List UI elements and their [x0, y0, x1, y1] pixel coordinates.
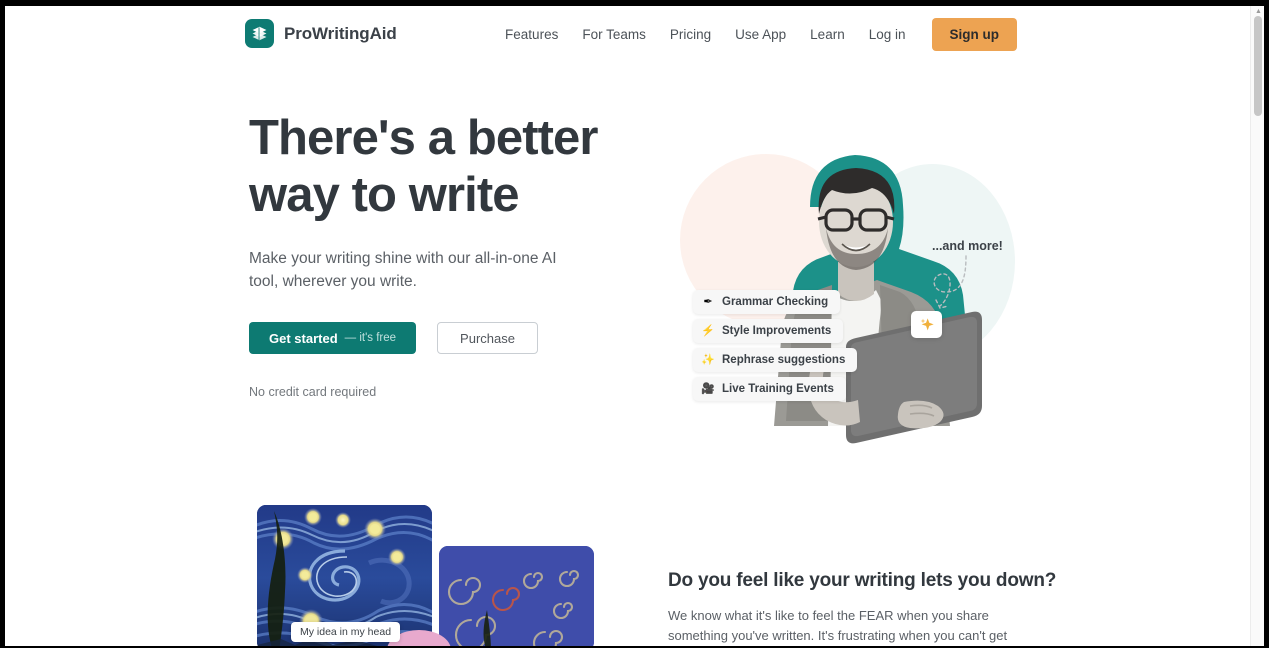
- no-credit-card-note: No credit card required: [249, 385, 377, 399]
- video-camera-icon: 🎥: [701, 382, 715, 395]
- pen-nib-icon: ✒: [703, 295, 713, 308]
- artwork-comparison-group: My idea in my head: [257, 505, 602, 646]
- hero-subtitle: Make your writing shine with our all-in-…: [249, 250, 557, 290]
- feature-chip-label: Live Training Events: [722, 383, 834, 395]
- hero-title: There's a better way to write: [249, 111, 598, 222]
- page-viewport: ProWritingAid Features For Teams Pricing…: [5, 6, 1264, 646]
- nav-link-pricing[interactable]: Pricing: [658, 20, 723, 49]
- section2-body: We know what it's like to feel the FEAR …: [668, 608, 1008, 643]
- nav-link-features[interactable]: Features: [493, 20, 570, 49]
- get-started-note: — it's free: [344, 332, 397, 344]
- get-started-label: Get started: [269, 330, 338, 346]
- section2-title: Do you feel like your writing lets you d…: [668, 570, 1057, 591]
- get-started-button[interactable]: Get started — it's free: [249, 322, 417, 354]
- browser-window-frame: ProWritingAid Features For Teams Pricing…: [0, 0, 1269, 648]
- simplified-doodle-artwork: [439, 546, 594, 646]
- brand-logo-link[interactable]: ProWritingAid: [245, 19, 397, 48]
- feature-chip-grammar-checking[interactable]: ✒ Grammar Checking: [693, 290, 841, 314]
- nav-link-for-teams[interactable]: For Teams: [570, 20, 658, 49]
- writing-lets-you-down-section: My idea in my head Do you feel like your…: [5, 462, 1250, 646]
- site-header: ProWritingAid Features For Teams Pricing…: [5, 6, 1250, 62]
- nav-link-use-app[interactable]: Use App: [723, 20, 798, 49]
- main-navigation: Features For Teams Pricing Use App Learn…: [493, 18, 1017, 51]
- idea-in-my-head-label: My idea in my head: [291, 622, 401, 642]
- feature-chip-label: Grammar Checking: [722, 296, 829, 308]
- hero-copy: There's a better way to write Make your …: [249, 110, 649, 399]
- feature-chip-label: Style Improvements: [722, 325, 832, 337]
- feature-chip-label: Rephrase suggestions: [722, 354, 846, 366]
- brand-name: ProWritingAid: [284, 23, 397, 43]
- lightning-bolt-icon: ⚡: [701, 324, 715, 337]
- scrollbar-thumb[interactable]: [1254, 16, 1262, 116]
- nav-link-log-in[interactable]: Log in: [857, 20, 918, 49]
- feature-chip-rephrase-suggestions[interactable]: ✨ Rephrase suggestions: [693, 348, 858, 372]
- page-scrollbar[interactable]: ▲: [1250, 6, 1264, 646]
- section2-copy: Do you feel like your writing lets you d…: [668, 570, 1057, 646]
- page-content: ProWritingAid Features For Teams Pricing…: [5, 6, 1250, 646]
- sign-up-button[interactable]: Sign up: [931, 18, 1017, 51]
- hero-illustration: ...and more! ✒ Grammar Checking ⚡ Style …: [660, 102, 1040, 447]
- book-pages-logo-icon: [245, 19, 274, 48]
- nav-link-learn[interactable]: Learn: [798, 20, 857, 49]
- sparkle-icon: [920, 317, 934, 330]
- feature-chip-style-improvements[interactable]: ⚡ Style Improvements: [693, 319, 844, 343]
- purchase-button[interactable]: Purchase: [437, 322, 538, 354]
- sparkle-badge: [911, 311, 942, 338]
- scroll-up-arrow-icon[interactable]: ▲: [1255, 8, 1262, 15]
- magic-wand-icon: ✨: [701, 353, 715, 366]
- feature-chip-list: ✒ Grammar Checking ⚡ Style Improvements …: [693, 290, 858, 401]
- feature-chip-live-training-events[interactable]: 🎥 Live Training Events: [693, 377, 846, 401]
- hero-cta-row: Get started — it's free Purchase: [249, 322, 649, 354]
- and-more-annotation: ...and more!: [932, 239, 1003, 253]
- hero-section: There's a better way to write Make your …: [5, 62, 1250, 462]
